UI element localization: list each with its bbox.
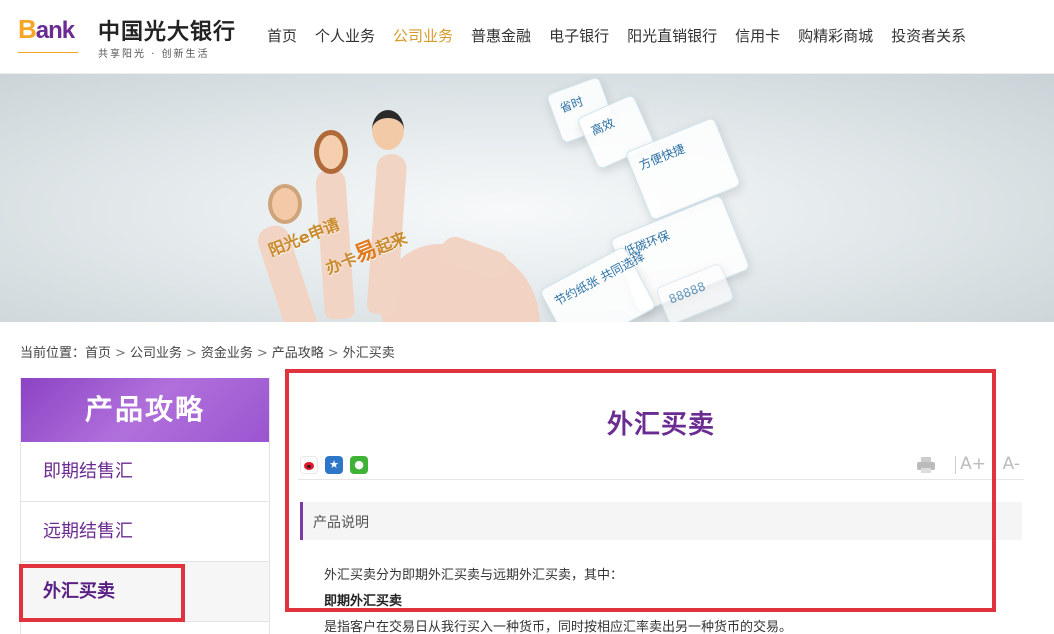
- banner-face-woman: [314, 130, 348, 174]
- nav-item-credit-card[interactable]: 信用卡: [726, 24, 789, 48]
- breadcrumb: 当前位置：首页 > 公司业务 > 资金业务 > 产品攻略 > 外汇买卖: [20, 342, 395, 361]
- print-icon[interactable]: [916, 456, 936, 474]
- breadcrumb-separator: >: [115, 346, 126, 361]
- weibo-icon[interactable]: [300, 456, 318, 474]
- breadcrumb-home[interactable]: 首页: [85, 346, 111, 361]
- bank-name: 中国光大银行: [98, 20, 237, 45]
- breadcrumb-treasury[interactable]: 资金业务: [201, 346, 253, 361]
- nav-item-inclusive[interactable]: 普惠金融: [462, 24, 540, 48]
- toolbar-divider: [995, 456, 996, 474]
- banner-face-grandma: [268, 184, 302, 224]
- breadcrumb-separator: >: [256, 346, 268, 361]
- breadcrumb-product-guide[interactable]: 产品攻略: [272, 346, 324, 361]
- nav-item-home[interactable]: 首页: [258, 24, 306, 48]
- breadcrumb-corporate[interactable]: 公司业务: [130, 346, 182, 361]
- breadcrumb-separator: >: [185, 346, 197, 361]
- logo-divider: [18, 52, 78, 53]
- promo-banner[interactable]: 阳光e申请 办卡易起来 省时 高效 方便快捷 低碳环保 节约纸张 共同选择 88…: [0, 74, 1054, 322]
- toolbar-divider: [955, 456, 956, 474]
- logo-bank-mark: Bank: [18, 14, 75, 44]
- nav-item-direct-bank[interactable]: 阳光直销银行: [618, 24, 726, 48]
- main-content: 外汇买卖 ★ ● A+ A- 产品说明 外汇买卖分为即期外汇买卖与远期外汇买卖，…: [298, 378, 1024, 634]
- page-title: 外汇买卖: [606, 410, 715, 440]
- share-toolbar: ★ ● A+ A-: [298, 454, 1024, 480]
- breadcrumb-prefix: 当前位置：: [20, 346, 86, 361]
- body-paragraph-intro: 外汇买卖分为即期外汇买卖与远期外汇买卖，其中：: [324, 568, 624, 583]
- sidebar: 产品攻略 即期结售汇 远期结售汇 外汇买卖: [20, 378, 270, 634]
- nav-item-corporate[interactable]: 公司业务: [384, 24, 462, 48]
- print-icon-tray: [921, 468, 931, 473]
- body-subheading-spot: 即期外汇买卖: [324, 594, 403, 609]
- qzone-icon[interactable]: ★: [325, 456, 343, 474]
- sidebar-title: 产品攻略: [21, 378, 269, 442]
- section-header: 产品说明: [300, 502, 1022, 540]
- nav-item-ebank[interactable]: 电子银行: [540, 24, 618, 48]
- font-increase-button[interactable]: A+: [960, 454, 986, 474]
- banner-face-man: [372, 110, 404, 150]
- nav-item-investor[interactable]: 投资者关系: [882, 24, 975, 48]
- nav-item-mall[interactable]: 购精彩商城: [789, 24, 882, 48]
- sidebar-item-forward-fx-settlement[interactable]: 远期结售汇: [21, 502, 269, 562]
- site-header: Bank 中国光大银行 共享阳光 · 创新生活 首页 个人业务 公司业务 普惠金…: [0, 0, 1054, 74]
- wechat-icon[interactable]: ●: [350, 456, 368, 474]
- breadcrumb-current: 外汇买卖: [342, 346, 395, 361]
- bank-slogan: 共享阳光 · 创新生活: [98, 49, 210, 60]
- font-decrease-button[interactable]: A-: [1003, 454, 1020, 474]
- main-nav: 首页 个人业务 公司业务 普惠金融 电子银行 阳光直销银行 信用卡 购精彩商城 …: [258, 24, 975, 48]
- sidebar-item-spot-fx-settlement[interactable]: 即期结售汇: [21, 442, 269, 502]
- body-paragraph-spot-desc: 是指客户在交易日从我行买入一种货币，同时按相应汇率卖出另一种货币的交易。: [324, 620, 793, 634]
- nav-item-personal[interactable]: 个人业务: [306, 24, 384, 48]
- bank-logo[interactable]: Bank 中国光大银行 共享阳光 · 创新生活: [18, 10, 248, 64]
- breadcrumb-separator: >: [327, 346, 339, 361]
- sidebar-item-fx-trading[interactable]: 外汇买卖: [21, 562, 269, 622]
- section-header-label: 产品说明: [313, 515, 369, 531]
- banner-card: 节约纸张 共同选择: [539, 245, 657, 322]
